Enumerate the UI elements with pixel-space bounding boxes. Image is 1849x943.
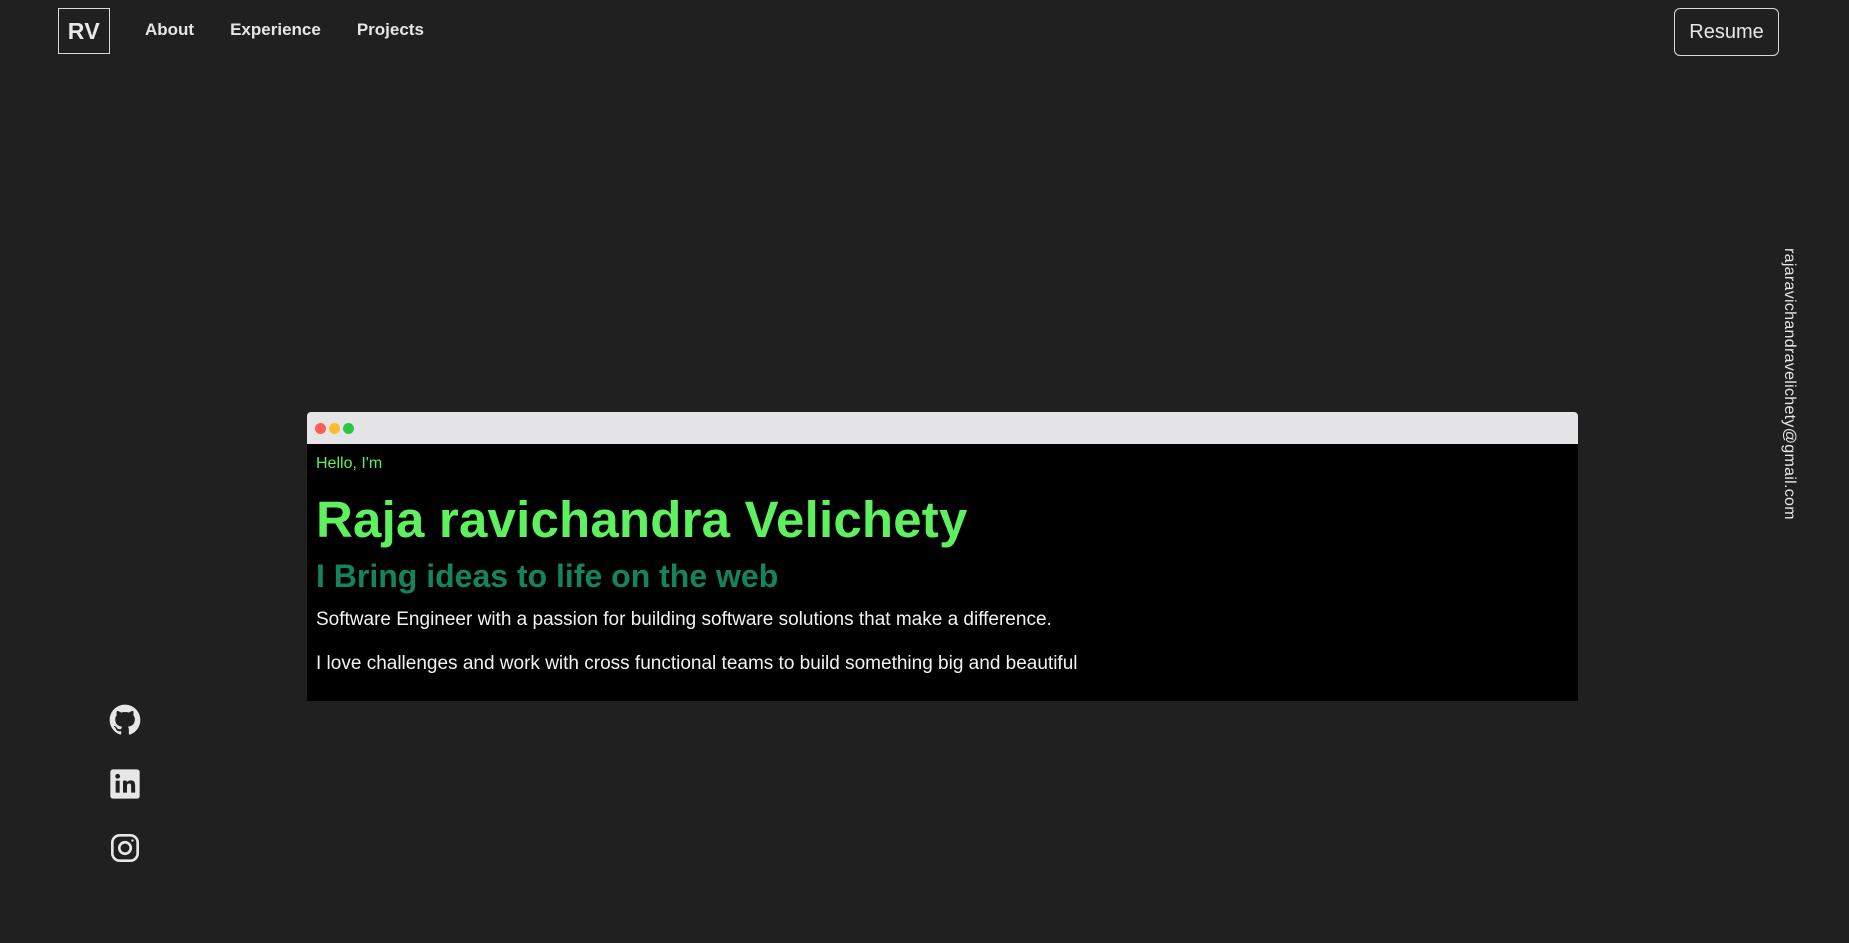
bio-paragraph: I love challenges and work with cross fu… [316, 653, 1078, 674]
minimize-window-icon [329, 422, 340, 434]
main-nav: About Experience Projects [145, 20, 424, 40]
email-link[interactable]: rajaravichandravelichety@gmail.com [1780, 248, 1798, 520]
terminal-window: Hello, I'm Raja ravichandra Velichety I … [307, 412, 1578, 701]
close-window-icon [315, 422, 326, 434]
greeting-text: Hello, I'm [316, 455, 383, 472]
social-links [109, 704, 141, 864]
nav-projects-link[interactable]: Projects [357, 20, 424, 40]
nav-experience-link[interactable]: Experience [230, 20, 321, 40]
maximize-window-icon [343, 422, 354, 434]
page: RV About Experience Projects Resume raja… [0, 0, 1849, 943]
terminal-titlebar [307, 412, 1578, 444]
hero-name: Raja ravichandra Velichety [316, 491, 968, 548]
logo[interactable]: RV [58, 8, 110, 54]
linkedin-icon[interactable] [109, 768, 141, 800]
instagram-icon[interactable] [109, 832, 141, 864]
resume-button[interactable]: Resume [1674, 8, 1779, 56]
github-icon[interactable] [109, 704, 141, 736]
hero-tagline: I Bring ideas to life on the web [316, 558, 779, 594]
terminal-body: Hello, I'm Raja ravichandra Velichety I … [307, 444, 1578, 686]
nav-about-link[interactable]: About [145, 20, 194, 40]
bio-paragraph: Software Engineer with a passion for bui… [316, 609, 1052, 630]
